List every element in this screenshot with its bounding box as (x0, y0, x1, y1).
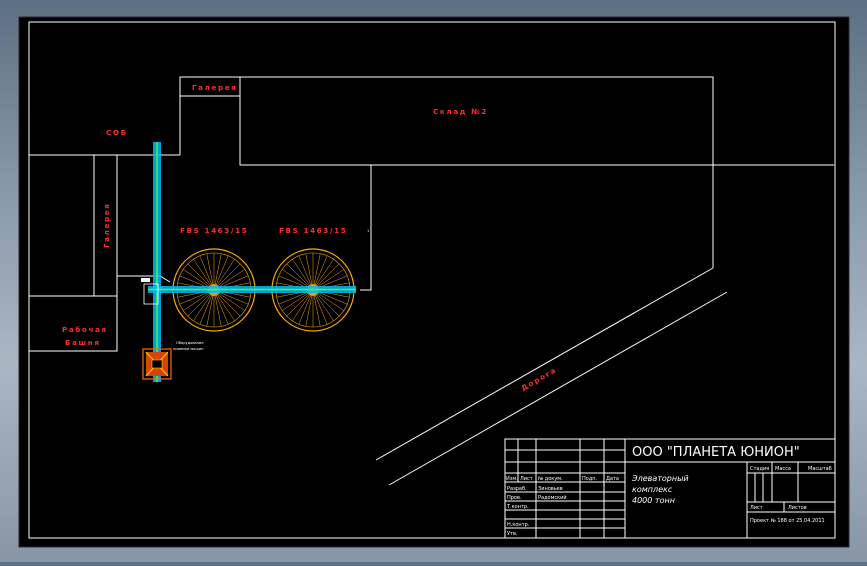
mass-label: Масса (775, 466, 791, 472)
prov-name: Радомский (538, 494, 567, 501)
razrab-label: Разраб. (507, 486, 527, 492)
boundary-mark: 1 (367, 229, 369, 233)
hdr-list: Лист (520, 476, 533, 482)
sheets-label: Листов (788, 505, 807, 511)
silo-2-label: FBS 1463/15 (279, 226, 347, 235)
order-note: Проект № 188 от 25.04.2011 (750, 518, 825, 524)
hdr-izm: Изм. (506, 476, 518, 482)
equipment-note-1: Оборудование (176, 341, 204, 345)
receiving-equipment (142, 348, 172, 380)
cob-label: СОБ (106, 128, 128, 137)
hdr-podp: Подп. (582, 476, 598, 482)
project-line-2: комплекс (632, 485, 673, 494)
scale-label: Масштаб (808, 466, 832, 472)
company-name: ООО "ПЛАНЕТА ЮНИОН" (632, 445, 800, 460)
silo-1-label: FBS 1463/15 (180, 226, 248, 235)
equipment-note-2: приемки машин (173, 347, 204, 351)
tkontr-label: Т.контр. (506, 504, 529, 510)
utv-label: Утв. (507, 531, 518, 537)
cad-drawing-canvas: Галерея Склад №2 СОБ Галерея Рабочая Баш… (18, 16, 850, 548)
cad-viewport: Галерея Склад №2 СОБ Галерея Рабочая Баш… (0, 0, 867, 562)
prov-label: Пров. (507, 495, 522, 501)
rabochaya-label-1: Рабочая (62, 325, 108, 334)
sklad-label: Склад №2 (433, 107, 488, 116)
sheet-label: Лист (750, 505, 763, 511)
hdr-data: Дата (606, 476, 619, 482)
nkontr-label: Н.контр. (507, 522, 530, 528)
project-line-3: 4000 тонн (632, 496, 675, 505)
galereya-side-label: Галерея (102, 203, 111, 248)
stage-label: Стадия (750, 466, 769, 472)
galereya-top-label: Галерея (192, 83, 237, 92)
razrab-name: Зиновьев (538, 486, 563, 492)
node-tag (141, 278, 150, 282)
rabochaya-label-2: Башня (65, 338, 101, 347)
hdr-doc: № докум. (538, 476, 563, 482)
project-line-1: Элеваторный (631, 474, 689, 483)
